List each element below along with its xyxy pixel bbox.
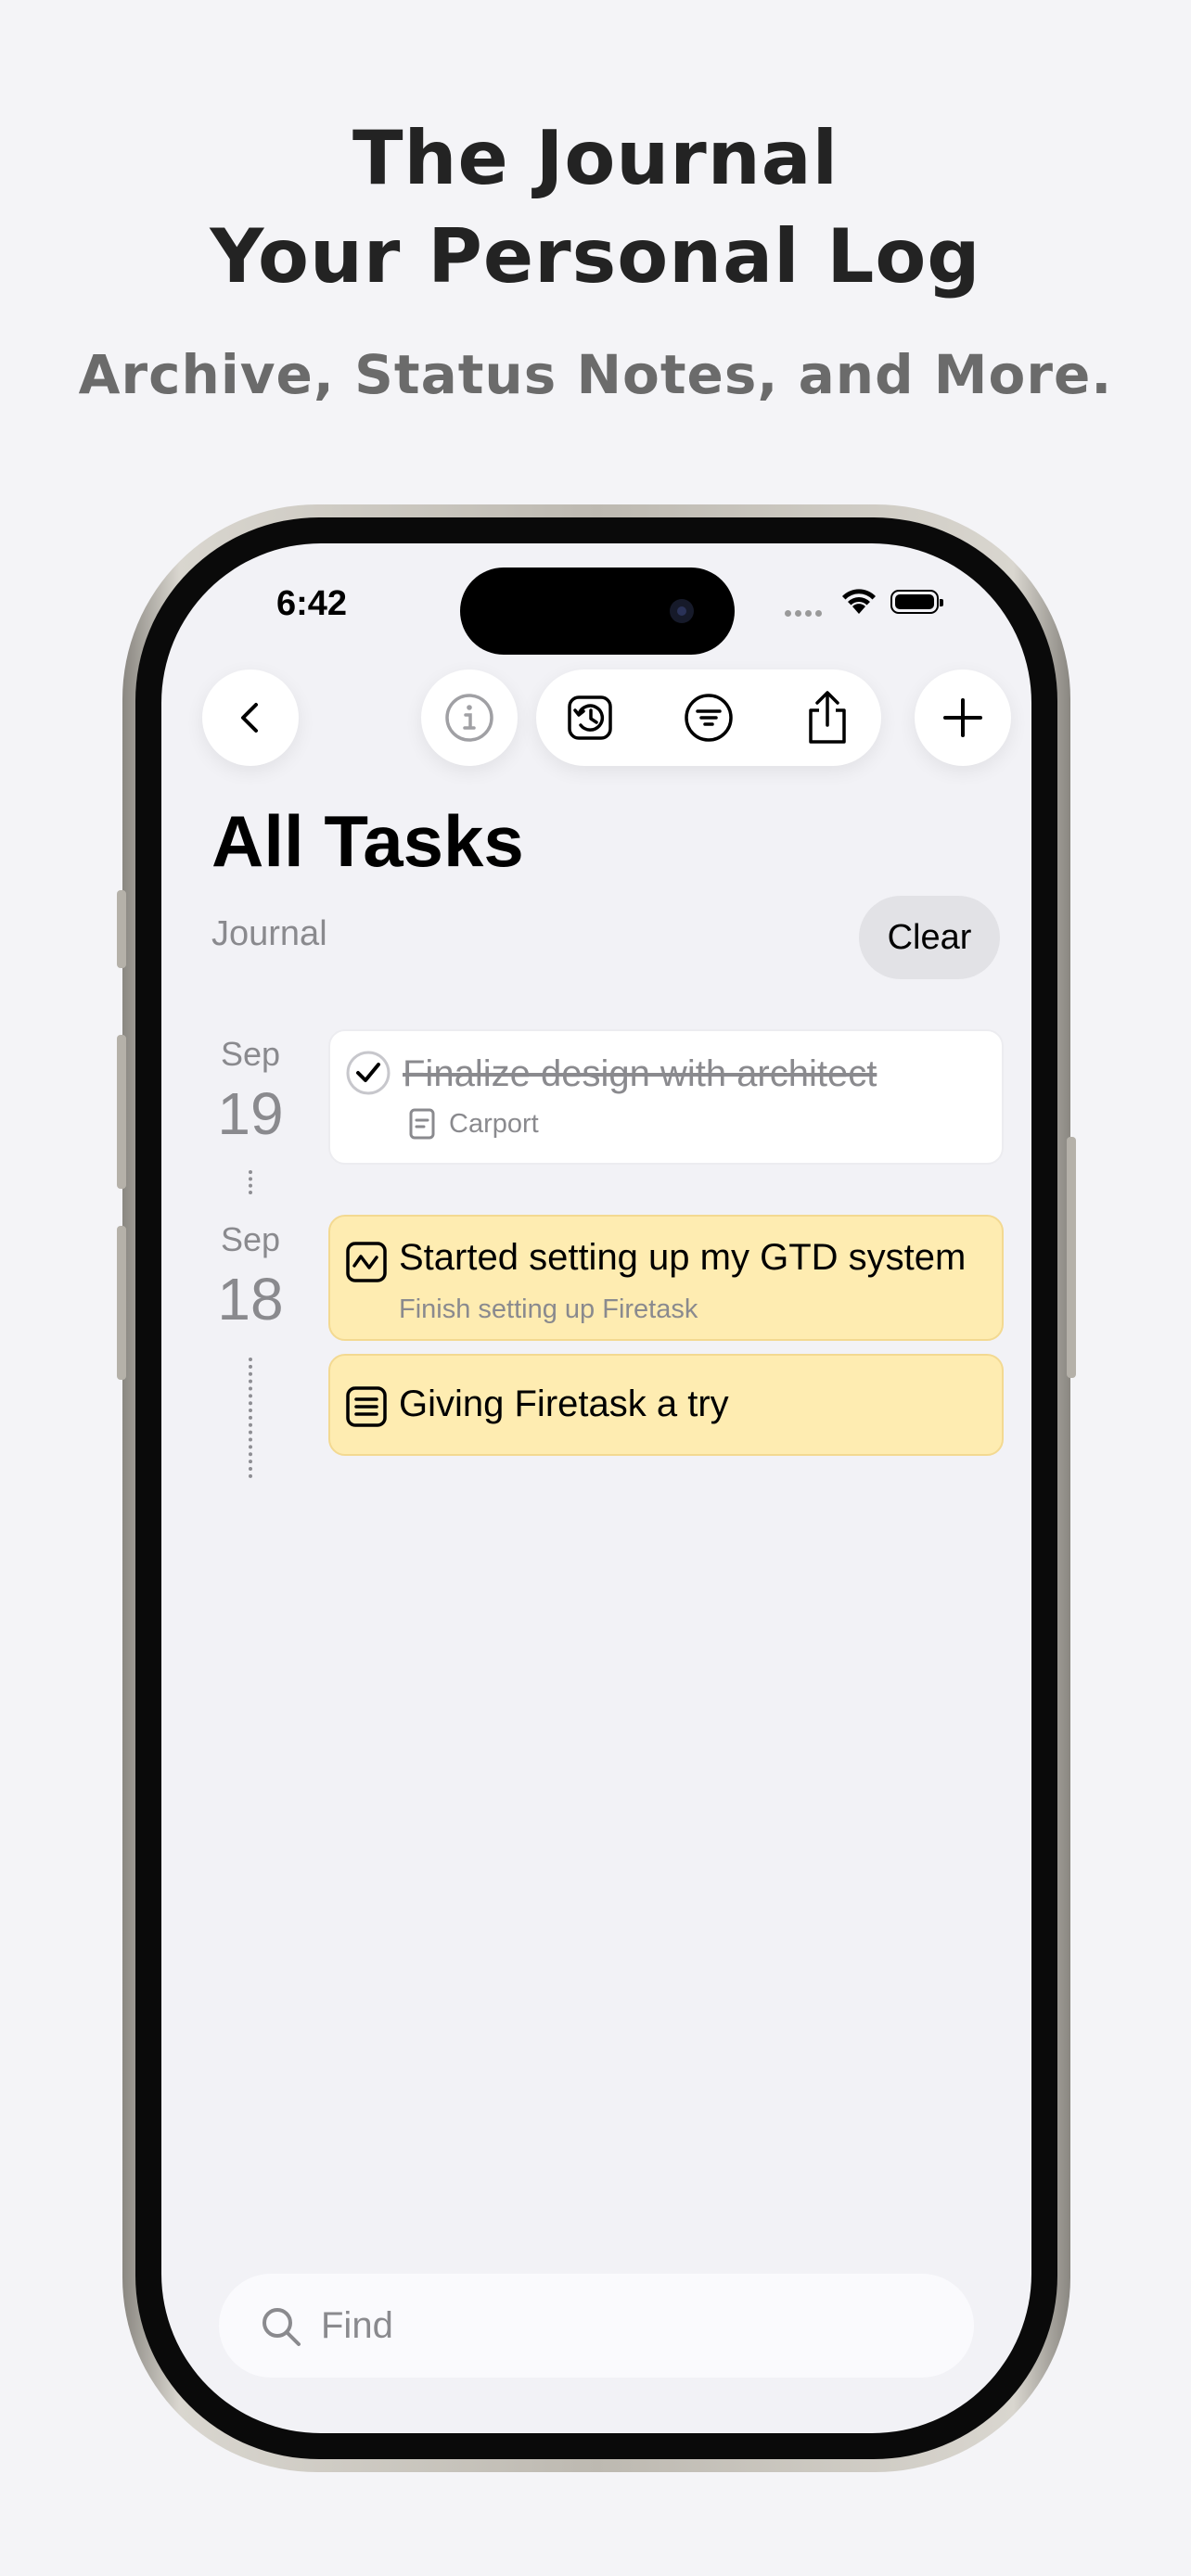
clear-button[interactable]: Clear xyxy=(859,896,1000,979)
power-button xyxy=(1067,1137,1076,1378)
history-button[interactable] xyxy=(542,670,638,766)
toolbar-pill-group xyxy=(536,670,881,766)
dynamic-island xyxy=(460,567,735,655)
task-title: Finalize design with architect xyxy=(403,1053,877,1094)
page-title: All Tasks xyxy=(211,800,524,882)
promo-headline-line2: Your Personal Log xyxy=(210,213,981,300)
task-project: Carport xyxy=(449,1109,539,1139)
promo-headline: The Journal Your Personal Log xyxy=(0,109,1191,306)
timeline-connector xyxy=(249,1358,252,1478)
wifi-icon xyxy=(842,589,876,614)
status-time: 6:42 xyxy=(276,584,348,623)
note-title: Giving Firetask a try xyxy=(399,1384,729,1424)
checkmark-circle-icon[interactable] xyxy=(345,1050,391,1096)
completed-task-card[interactable]: Finalize design with architect Carport xyxy=(328,1029,1004,1165)
share-icon xyxy=(809,691,846,744)
filter-button[interactable] xyxy=(660,670,757,766)
status-note-card[interactable]: Started setting up my GTD system Finish … xyxy=(328,1215,1004,1341)
clock-history-icon xyxy=(568,695,612,740)
date-day: 18 xyxy=(217,1266,284,1333)
activity-icon xyxy=(346,1242,387,1282)
info-button[interactable] xyxy=(421,670,518,766)
share-button[interactable] xyxy=(779,670,876,766)
filter-icon xyxy=(685,694,733,742)
search-input[interactable]: Find xyxy=(321,2305,393,2347)
plus-icon xyxy=(943,698,982,737)
phone-screen: 6:42 All Tasks Journal Clear Sep 19 Fina… xyxy=(161,543,1031,2433)
date-day: 19 xyxy=(217,1080,284,1147)
promo-headline-line1: The Journal xyxy=(352,115,839,201)
date-month: Sep xyxy=(220,1220,281,1258)
status-indicators xyxy=(785,586,970,623)
document-icon xyxy=(409,1108,435,1140)
chevron-left-icon xyxy=(241,703,258,733)
back-button[interactable] xyxy=(202,670,299,766)
page-subtitle: Journal xyxy=(211,914,327,953)
note-lines-icon xyxy=(346,1386,387,1427)
signal-icon xyxy=(785,605,826,621)
search-icon xyxy=(263,2308,301,2346)
note-title: Started setting up my GTD system xyxy=(399,1237,967,1278)
timeline-connector xyxy=(249,1170,252,1194)
action-button xyxy=(117,890,126,968)
search-bar[interactable]: Find xyxy=(219,2274,974,2378)
add-button[interactable] xyxy=(915,670,1011,766)
battery-icon xyxy=(890,590,943,614)
volume-down-button xyxy=(117,1226,126,1380)
note-subtitle: Finish setting up Firetask xyxy=(399,1294,698,1324)
note-card[interactable]: Giving Firetask a try xyxy=(328,1354,1004,1456)
promo-subheadline: Archive, Status Notes, and More. xyxy=(78,343,1113,406)
volume-up-button xyxy=(117,1035,126,1189)
camera-icon xyxy=(670,599,694,623)
date-month: Sep xyxy=(220,1035,281,1073)
info-icon xyxy=(445,694,493,742)
